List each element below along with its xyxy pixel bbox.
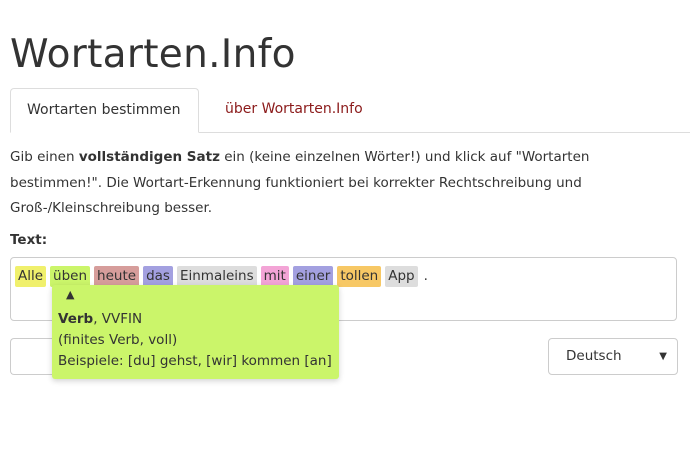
word-token[interactable]: App <box>385 265 418 287</box>
tab-wortarten-bestimmen[interactable]: Wortarten bestimmen <box>10 88 199 133</box>
tooltip-examples: Beispiele: [du] gehst, [wir] kommen [an] <box>58 353 332 369</box>
word-token[interactable]: einer <box>292 265 334 287</box>
tab-ueber-wortarten-info[interactable]: über Wortarten.Info <box>209 88 379 131</box>
language-select[interactable]: Deutsch ▼ <box>548 338 678 375</box>
language-select-value: Deutsch <box>566 348 622 364</box>
text-label: Text: <box>10 232 48 248</box>
tooltip-pos-name: Verb <box>58 311 94 327</box>
tab-bar: Wortarten bestimmen über Wortarten.Info <box>10 88 690 133</box>
word-info-tooltip: ▲ Verb, VVFIN (finites Verb, voll) Beisp… <box>52 285 339 379</box>
intro-text-bold: vollständigen Satz <box>78 149 220 165</box>
tagged-sentence: Alle üben heute das Einmaleins mit einer… <box>15 265 430 287</box>
tooltip-arrow-icon: ▲ <box>66 288 75 301</box>
word-token[interactable]: tollen <box>337 265 382 287</box>
word-token[interactable]: das <box>143 265 173 287</box>
word-token[interactable]: Alle <box>15 265 47 287</box>
intro-text: Gib einen vollständigen Satz ein (keine … <box>10 145 660 222</box>
dropdown-caret-icon: ▼ <box>659 351 667 362</box>
page-title: Wortarten.Info <box>10 32 296 77</box>
punctuation-token: . <box>423 268 428 284</box>
intro-text-part1: Gib einen <box>10 149 79 165</box>
word-token[interactable]: mit <box>260 265 289 287</box>
tooltip-pos-line: Verb, VVFIN <box>58 309 339 330</box>
word-token[interactable]: heute <box>94 265 140 287</box>
word-token[interactable]: Einmaleins <box>176 265 257 287</box>
tooltip-pos-tag: , VVFIN <box>93 311 143 327</box>
word-token-selected[interactable]: üben <box>50 265 91 287</box>
tooltip-description: (finites Verb, voll) <box>58 332 178 348</box>
